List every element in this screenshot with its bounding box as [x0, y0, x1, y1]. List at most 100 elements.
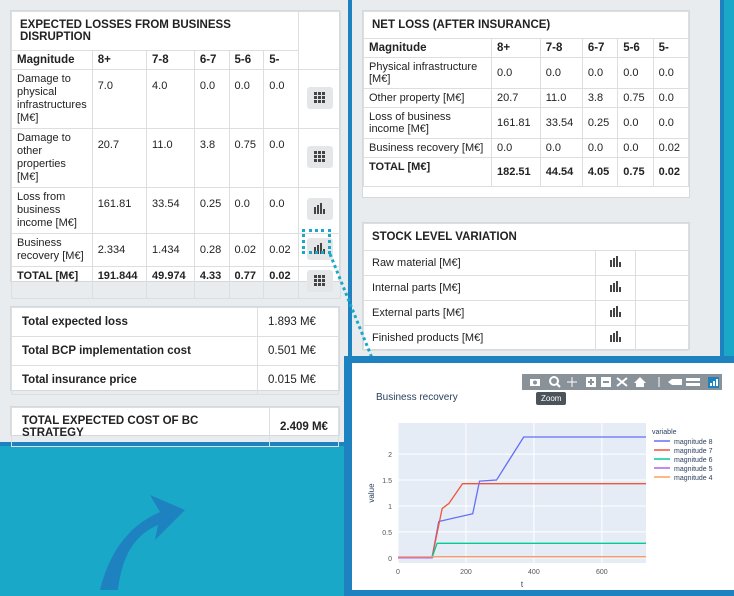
- x-tick-label: 400: [528, 569, 540, 576]
- grid-button[interactable]: [306, 145, 333, 168]
- legend-title: variable: [652, 429, 677, 436]
- x-tick-label: 600: [596, 569, 608, 576]
- grid-icon: [313, 275, 325, 286]
- summary-row: Total BCP implementation cost 0.501 M€: [11, 336, 339, 366]
- bar-chart-icon[interactable]: [609, 305, 622, 318]
- losses-cell: 3.8: [193, 128, 230, 188]
- losses-row-label: Damage to other properties [M€]: [11, 128, 93, 188]
- stock-row-label: Raw material [M€]: [363, 250, 596, 276]
- netloss-cell: 0.25: [581, 107, 619, 139]
- netloss-total-cell: 0.02: [652, 157, 690, 187]
- netloss-header-1: 8+: [491, 38, 541, 58]
- netloss-cell: 0.0: [617, 138, 654, 158]
- y-tick-label: 1.5: [382, 478, 392, 485]
- netloss-cell: 0.0: [491, 138, 541, 158]
- y-tick-label: 2: [388, 452, 392, 459]
- netloss-cell: 0.0: [617, 57, 654, 89]
- losses-header-5: 5-: [263, 50, 299, 70]
- losses-action-cell: [298, 128, 341, 188]
- bar-chart-icon[interactable]: [609, 330, 622, 343]
- netloss-cell: 0.02: [652, 138, 690, 158]
- netloss-header-0: Magnitude: [363, 38, 492, 58]
- netloss-cell: 0.75: [617, 88, 654, 108]
- arrow-icon: [100, 495, 185, 590]
- expected-losses-card: EXPECTED LOSSES FROM BUSINESS DISRUPTION…: [10, 10, 341, 299]
- home-icon[interactable]: [634, 377, 646, 387]
- bar-chart-icon[interactable]: [609, 255, 622, 268]
- grid-icon: [313, 91, 325, 103]
- autoscale-icon[interactable]: [616, 377, 628, 387]
- x-tick-label: 200: [460, 569, 472, 576]
- losses-total-cell: 4.33: [193, 266, 230, 299]
- summary-card: Total expected loss 1.893 M€ Total BCP imp…: [10, 306, 340, 395]
- losses-cell: 33.54: [146, 187, 195, 234]
- netloss-header-4: 5-6: [617, 38, 654, 58]
- summary-label: Total insurance price: [11, 365, 258, 395]
- losses-total-cell: 191.844: [91, 266, 148, 299]
- losses-total-cell: 49.974: [146, 266, 195, 299]
- netloss-row: Business recovery [M€] 0.0 0.0 0.0 0.0 0.02: [363, 138, 690, 158]
- y-tick-label: 0.5: [382, 530, 392, 537]
- hover-compare-icon[interactable]: [686, 378, 700, 386]
- plotly-logo-icon[interactable]: [708, 377, 719, 388]
- stock-row-label: Finished products [M€]: [363, 325, 596, 351]
- losses-cell: 0.28: [193, 233, 230, 267]
- netloss-cell: 0.0: [617, 107, 654, 139]
- losses-total-cell: 0.02: [263, 266, 299, 299]
- losses-header-0: Magnitude: [11, 50, 93, 70]
- summary-value: 1.893 M€: [257, 307, 339, 337]
- hover-closest-icon[interactable]: [668, 379, 682, 385]
- zoom-tooltip: Zoom: [536, 392, 567, 405]
- camera-icon[interactable]: [530, 379, 540, 386]
- losses-total-label: TOTAL [M€]: [11, 266, 93, 299]
- grid-icon: [313, 150, 325, 162]
- losses-total-row: TOTAL [M€] 191.844 49.974 4.33 0.77 0.02: [11, 266, 341, 299]
- netloss-total-row: TOTAL [M€] 182.51 44.54 4.05 0.75 0.02: [363, 157, 690, 187]
- zoom-in-icon[interactable]: [586, 377, 596, 387]
- losses-cell: 0.0: [263, 69, 299, 129]
- netloss-header-5: 5-: [652, 38, 690, 58]
- summary-table: Total expected loss 1.893 M€ Total BCP imp…: [11, 307, 339, 395]
- strategy-card: TOTAL EXPECTED COST OF BC STRATEGY 2.409…: [10, 406, 340, 447]
- summary-value: 0.501 M€: [257, 336, 339, 366]
- losses-action-cell: [298, 187, 341, 234]
- netloss-total-cell: 44.54: [539, 157, 583, 187]
- bar-chart-icon[interactable]: [609, 280, 622, 293]
- grid-button[interactable]: [306, 86, 333, 109]
- losses-total-action: [298, 266, 341, 299]
- losses-cell: 1.434: [146, 233, 195, 267]
- x-tick-label: 0: [396, 569, 400, 576]
- zoom-out-icon[interactable]: [601, 377, 611, 387]
- net-loss-title: NET LOSS (AFTER INSURANCE): [363, 11, 689, 39]
- zoom-icon[interactable]: [549, 376, 561, 388]
- netloss-row-label: Other property [M€]: [363, 88, 492, 108]
- strategy-label: TOTAL EXPECTED COST OF BC STRATEGY: [11, 407, 270, 447]
- losses-cell: 0.0: [228, 69, 265, 129]
- losses-cell: 0.25: [193, 187, 230, 234]
- netloss-total-cell: 0.75: [617, 157, 654, 187]
- grid-button[interactable]: [306, 270, 333, 292]
- netloss-header-2: 7-8: [539, 38, 583, 58]
- netloss-cell: 0.0: [652, 88, 690, 108]
- netloss-cell: 0.0: [539, 57, 583, 89]
- netloss-cell: 0.0: [652, 57, 690, 89]
- legend-entry: magnitude 4: [674, 475, 713, 482]
- losses-cell: 0.0: [263, 187, 299, 234]
- stock-action-cell: [595, 325, 636, 351]
- losses-header-3: 6-7: [193, 50, 230, 70]
- netloss-cell: 0.0: [491, 57, 541, 89]
- pan-icon[interactable]: [567, 377, 577, 387]
- losses-cell: 7.0: [91, 69, 148, 129]
- losses-cell: 161.81: [91, 187, 148, 234]
- netloss-total-label: TOTAL [M€]: [363, 157, 492, 187]
- losses-cell: 0.02: [228, 233, 265, 267]
- losses-row-label: Business recovery [M€]: [11, 233, 93, 267]
- summary-row: Total expected loss 1.893 M€: [11, 307, 339, 337]
- netloss-row-label: Loss of business income [M€]: [363, 107, 492, 139]
- netloss-cell: 0.0: [652, 107, 690, 139]
- bar-chart-button[interactable]: [306, 198, 333, 220]
- stock-row: Raw material [M€]: [363, 250, 689, 276]
- net-loss-card: NET LOSS (AFTER INSURANCE) Magnitude 8+ 7-…: [362, 10, 690, 198]
- netloss-cell: 20.7: [491, 88, 541, 108]
- losses-header-2: 7-8: [146, 50, 195, 70]
